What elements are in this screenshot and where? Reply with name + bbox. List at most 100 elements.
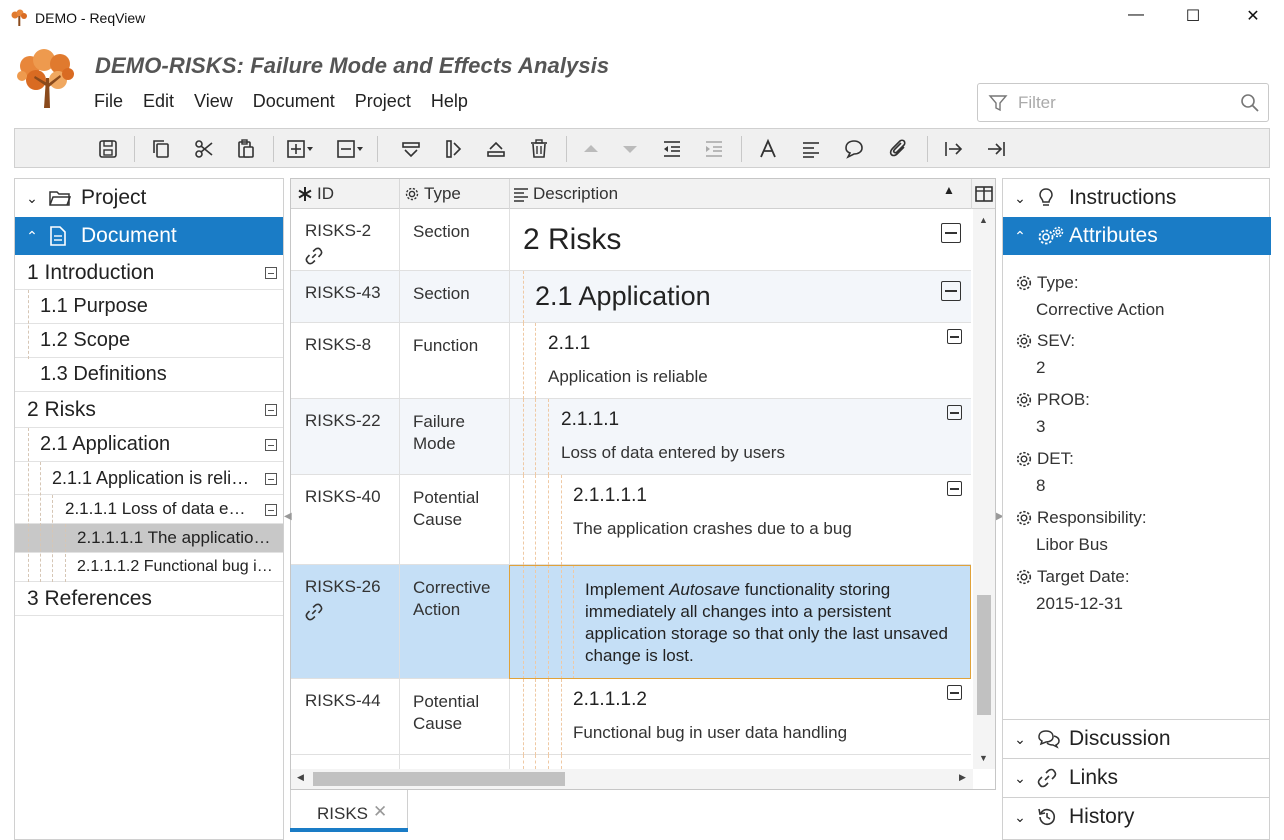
search-icon[interactable] <box>1240 93 1260 113</box>
link-icon[interactable] <box>305 247 323 265</box>
menu-file[interactable]: File <box>94 91 123 115</box>
attribute-value[interactable]: 3 <box>1036 417 1045 437</box>
document-section-header[interactable]: ⌃ Document <box>15 217 283 255</box>
discussion-section-header[interactable]: ⌄ Discussion <box>1003 720 1271 758</box>
tree-item[interactable]: 1.1 Purpose <box>15 290 283 324</box>
tree-item[interactable]: 2.1 Application <box>15 428 283 462</box>
indent-icon[interactable] <box>700 135 728 163</box>
collapse-icon[interactable] <box>265 473 277 485</box>
instructions-section-header[interactable]: ⌄ Instructions <box>1003 179 1271 217</box>
collapse-icon[interactable] <box>265 504 277 516</box>
table-row[interactable]: RISKS-22 Failure Mode 2.1.1.1 Loss of data … <box>291 399 971 475</box>
menu-project[interactable]: Project <box>355 91 411 115</box>
comment-icon[interactable] <box>840 135 868 163</box>
copy-icon[interactable] <box>147 135 175 163</box>
row-id: RISKS-2 <box>305 221 372 240</box>
attachment-icon[interactable] <box>885 135 913 163</box>
save-icon[interactable] <box>94 135 122 163</box>
menu-view[interactable]: View <box>194 91 233 115</box>
row-text[interactable]: Implement Autosave functionality storing… <box>585 579 965 667</box>
vertical-scrollbar[interactable]: ▲ ▼ <box>973 209 995 769</box>
table-row <box>291 755 971 769</box>
collapse-icon[interactable] <box>265 439 277 451</box>
filter-input[interactable] <box>1016 90 1226 116</box>
tree-item[interactable]: 1.3 Definitions <box>15 358 283 392</box>
delete-icon[interactable] <box>525 135 553 163</box>
attribute-value[interactable]: Libor Bus <box>1036 535 1108 555</box>
collapse-icon[interactable] <box>265 404 277 416</box>
collapse-icon[interactable] <box>265 267 277 279</box>
scroll-down-icon[interactable]: ▼ <box>979 753 988 763</box>
minimize-button[interactable]: — <box>1113 6 1159 32</box>
document-label: Document <box>81 224 177 247</box>
align-icon[interactable] <box>797 135 825 163</box>
remove-icon[interactable] <box>333 135 369 163</box>
move-up-icon[interactable] <box>577 135 605 163</box>
links-section-header[interactable]: ⌄ Links <box>1003 759 1271 797</box>
collapse-icon[interactable] <box>947 405 962 420</box>
cut-icon[interactable] <box>190 135 218 163</box>
horizontal-scroll-thumb[interactable] <box>313 772 565 786</box>
title-bar: DEMO - ReqView — ☐ ✕ <box>0 0 1284 38</box>
paste-icon[interactable] <box>232 135 260 163</box>
table-row[interactable]: RISKS-8 Function 2.1.1 Application is relia… <box>291 323 971 399</box>
vertical-scroll-thumb[interactable] <box>977 595 991 715</box>
tree-item[interactable]: 3 References <box>15 582 283 616</box>
scroll-left-icon[interactable]: ◀ <box>297 772 304 783</box>
tree-item[interactable]: 2.1.1.1 Loss of data entered by users <box>15 495 283 524</box>
row-text: The application crashes due to a bug <box>573 519 852 538</box>
attributes-section-header[interactable]: ⌃ Attributes <box>1003 217 1271 255</box>
scroll-right-icon[interactable]: ▶ <box>959 772 966 783</box>
horizontal-scrollbar[interactable]: ◀ ▶ <box>291 769 973 789</box>
reqview-logo <box>17 49 74 108</box>
link-end-icon[interactable] <box>982 135 1010 163</box>
sort-up-icon[interactable]: ▲ <box>943 183 955 197</box>
maximize-button[interactable]: ☐ <box>1170 6 1216 32</box>
table-row[interactable]: RISKS-2 Section 2 Risks <box>291 209 971 271</box>
row-type: Corrective Action <box>413 578 491 619</box>
outdent-icon[interactable] <box>658 135 686 163</box>
tree-item[interactable]: 2.1.1.1.1 The application crashes due to… <box>15 524 283 553</box>
tab-risks[interactable]: RISKS ✕ <box>290 790 408 832</box>
link-icon[interactable] <box>305 603 323 621</box>
history-section-header[interactable]: ⌄ History <box>1003 798 1271 836</box>
attribute-value[interactable]: 8 <box>1036 476 1045 496</box>
type-column-header[interactable]: Type <box>404 184 461 204</box>
text-style-icon[interactable] <box>754 135 782 163</box>
collapse-icon[interactable] <box>947 329 962 344</box>
menu-edit[interactable]: Edit <box>143 91 174 115</box>
menu-help[interactable]: Help <box>431 91 468 115</box>
collapse-icon[interactable] <box>941 281 961 301</box>
move-down-icon[interactable] <box>616 135 644 163</box>
attribute-value[interactable]: Corrective Action <box>1036 300 1165 320</box>
insert-above-icon[interactable] <box>397 135 425 163</box>
tree-item[interactable]: 2 Risks <box>15 392 283 428</box>
collapse-icon[interactable] <box>947 685 962 700</box>
collapse-left-pane-icon[interactable]: ◀ <box>284 511 292 522</box>
tree-item[interactable]: 2.1.1.1.2 Functional bug in user data ha… <box>15 553 283 582</box>
columns-toggle-icon[interactable] <box>975 186 993 202</box>
description-column-header[interactable]: Description <box>513 184 618 204</box>
tree-item[interactable]: 1 Introduction <box>15 256 283 290</box>
insert-child-icon[interactable] <box>440 135 468 163</box>
collapse-icon[interactable] <box>947 481 962 496</box>
project-section-header[interactable]: ⌄ Project <box>15 179 283 217</box>
table-row[interactable]: RISKS-44 Potential Cause 2.1.1.1.2 Function… <box>291 679 971 755</box>
tree-item[interactable]: 1.2 Scope <box>15 324 283 358</box>
table-row[interactable]: RISKS-43 Section 2.1 Application <box>291 271 971 323</box>
attribute-value[interactable]: 2015-12-31 <box>1036 594 1123 614</box>
close-tab-icon[interactable]: ✕ <box>373 802 387 822</box>
menu-document[interactable]: Document <box>253 91 335 115</box>
attribute-value[interactable]: 2 <box>1036 358 1045 378</box>
table-row[interactable]: RISKS-26 Corrective Action Implement Autos… <box>291 565 971 679</box>
link-out-icon[interactable] <box>940 135 968 163</box>
chevron-up-icon: ⌃ <box>26 227 38 244</box>
id-column-header[interactable]: ID <box>297 184 334 204</box>
insert-below-icon[interactable] <box>482 135 510 163</box>
tree-item[interactable]: 2.1.1 Application is reliable <box>15 462 283 495</box>
close-button[interactable]: ✕ <box>1230 6 1276 32</box>
table-row[interactable]: RISKS-40 Potential Cause 2.1.1.1.1 The appl… <box>291 475 971 565</box>
scroll-up-icon[interactable]: ▲ <box>979 215 988 225</box>
collapse-icon[interactable] <box>941 223 961 243</box>
add-icon[interactable] <box>283 135 319 163</box>
